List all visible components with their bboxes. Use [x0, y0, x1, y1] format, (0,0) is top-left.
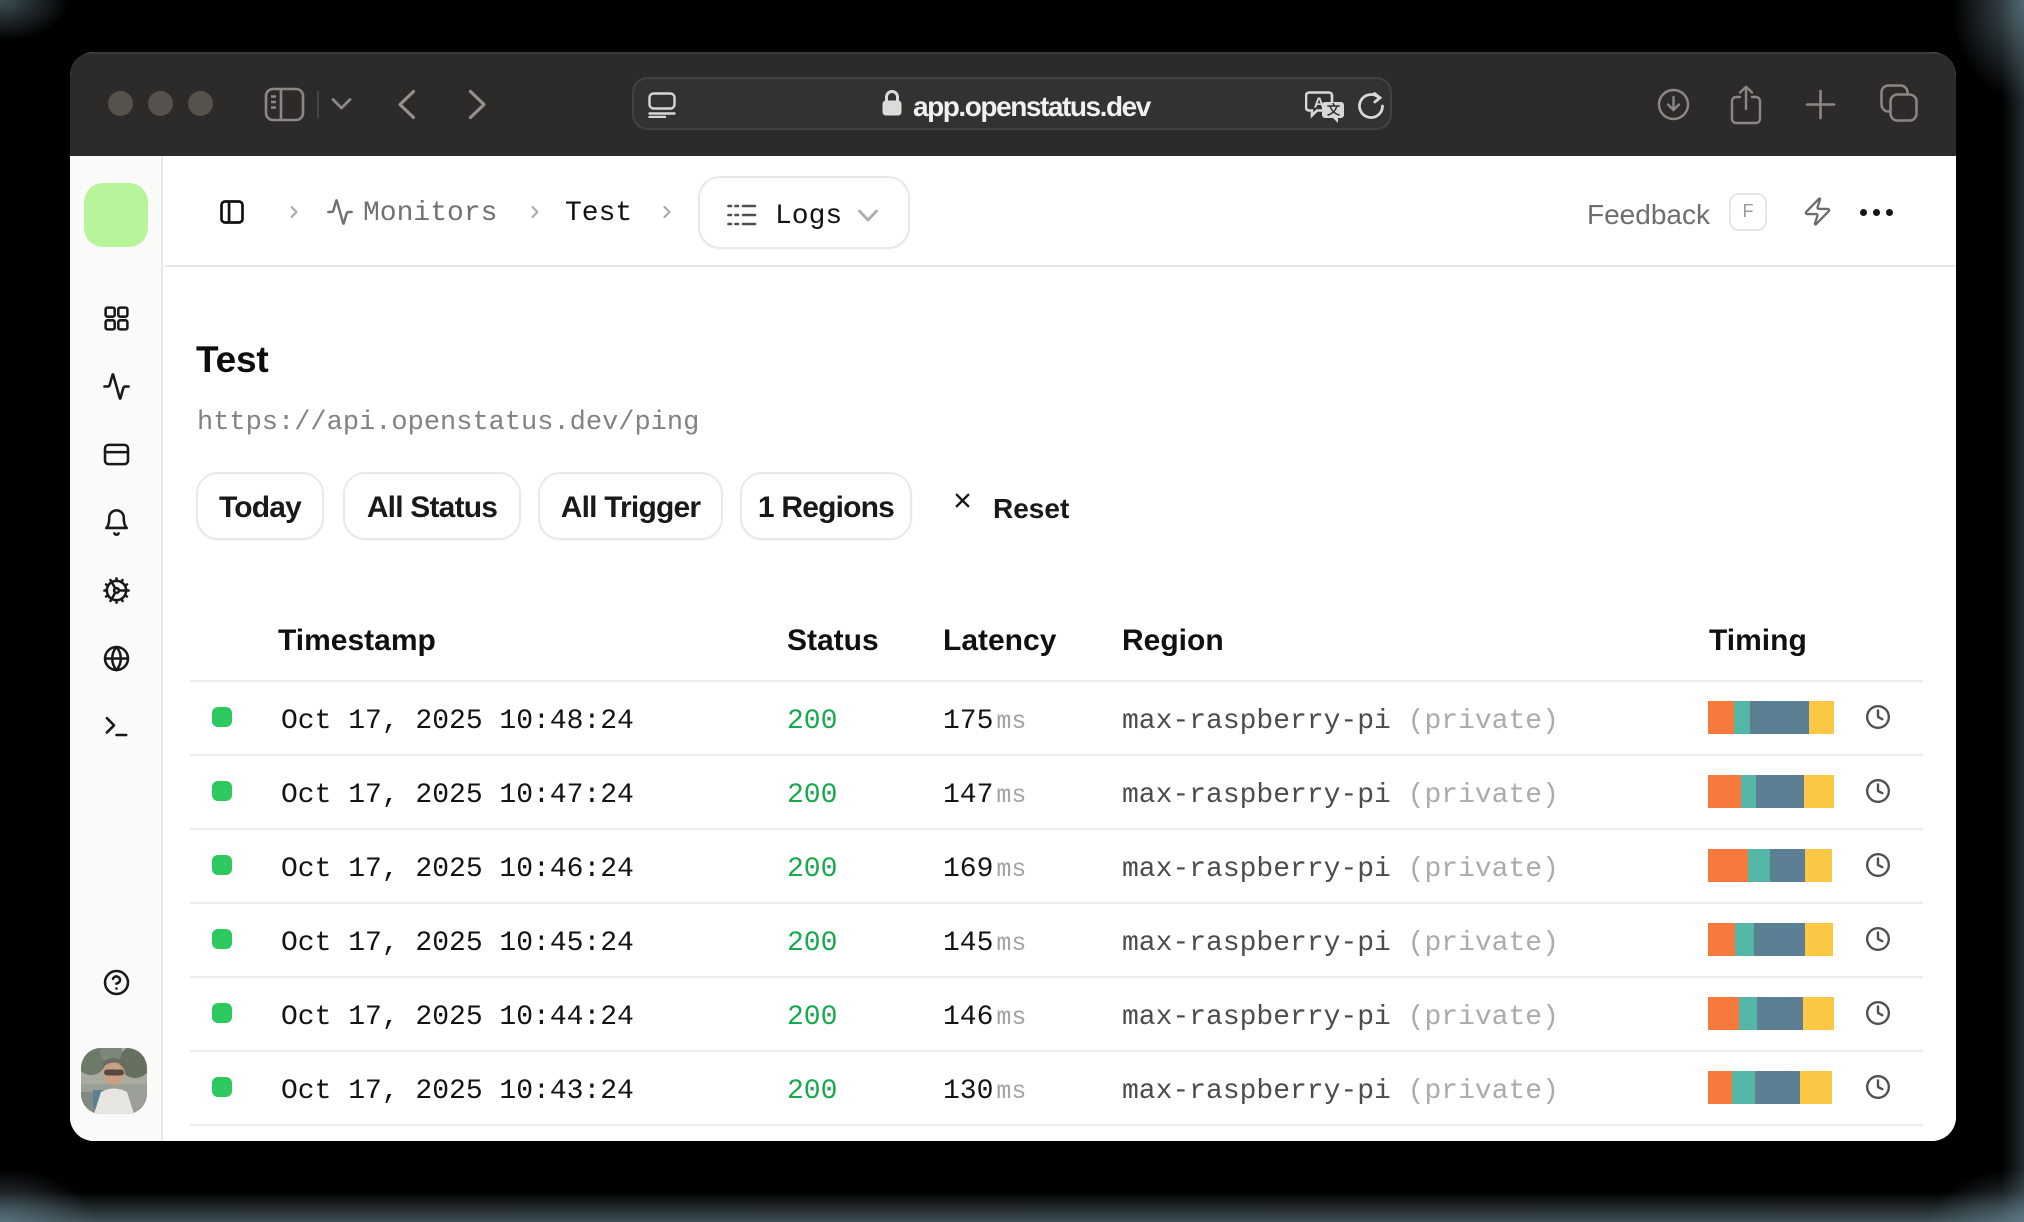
svg-text:文: 文 — [1327, 103, 1341, 118]
